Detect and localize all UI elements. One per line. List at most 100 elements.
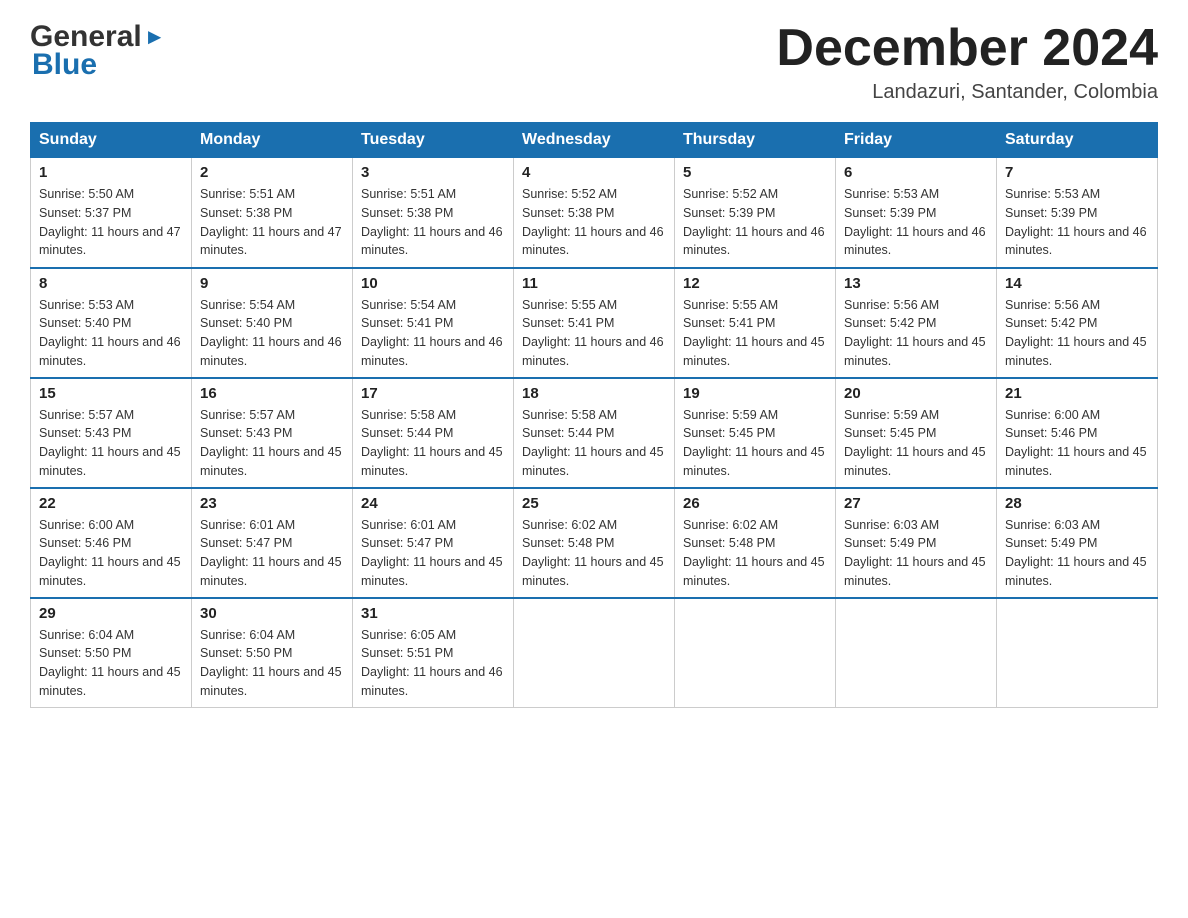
table-row: 30 Sunrise: 6:04 AM Sunset: 5:50 PM Dayl… bbox=[192, 598, 353, 708]
table-row: 15 Sunrise: 5:57 AM Sunset: 5:43 PM Dayl… bbox=[31, 378, 192, 488]
day-number: 22 bbox=[39, 495, 183, 512]
header-friday: Friday bbox=[836, 123, 997, 158]
header-tuesday: Tuesday bbox=[353, 123, 514, 158]
day-info: Sunrise: 5:52 AM Sunset: 5:39 PM Dayligh… bbox=[683, 185, 827, 260]
day-number: 30 bbox=[200, 605, 344, 622]
table-row: 14 Sunrise: 5:56 AM Sunset: 5:42 PM Dayl… bbox=[997, 268, 1158, 378]
table-row: 2 Sunrise: 5:51 AM Sunset: 5:38 PM Dayli… bbox=[192, 158, 353, 268]
day-info: Sunrise: 5:59 AM Sunset: 5:45 PM Dayligh… bbox=[683, 406, 827, 481]
table-row: 29 Sunrise: 6:04 AM Sunset: 5:50 PM Dayl… bbox=[31, 598, 192, 708]
day-number: 3 bbox=[361, 164, 505, 181]
table-row bbox=[997, 598, 1158, 708]
day-number: 18 bbox=[522, 385, 666, 402]
table-row: 28 Sunrise: 6:03 AM Sunset: 5:49 PM Dayl… bbox=[997, 488, 1158, 598]
table-row: 8 Sunrise: 5:53 AM Sunset: 5:40 PM Dayli… bbox=[31, 268, 192, 378]
day-info: Sunrise: 5:53 AM Sunset: 5:39 PM Dayligh… bbox=[844, 185, 988, 260]
table-row: 3 Sunrise: 5:51 AM Sunset: 5:38 PM Dayli… bbox=[353, 158, 514, 268]
table-row: 22 Sunrise: 6:00 AM Sunset: 5:46 PM Dayl… bbox=[31, 488, 192, 598]
day-info: Sunrise: 5:55 AM Sunset: 5:41 PM Dayligh… bbox=[522, 296, 666, 371]
table-row: 10 Sunrise: 5:54 AM Sunset: 5:41 PM Dayl… bbox=[353, 268, 514, 378]
calendar-header-row: Sunday Monday Tuesday Wednesday Thursday… bbox=[31, 123, 1158, 158]
calendar-table: Sunday Monday Tuesday Wednesday Thursday… bbox=[30, 122, 1158, 708]
day-number: 11 bbox=[522, 275, 666, 292]
day-number: 14 bbox=[1005, 275, 1149, 292]
day-number: 27 bbox=[844, 495, 988, 512]
day-number: 20 bbox=[844, 385, 988, 402]
day-info: Sunrise: 5:53 AM Sunset: 5:39 PM Dayligh… bbox=[1005, 185, 1149, 260]
table-row: 18 Sunrise: 5:58 AM Sunset: 5:44 PM Dayl… bbox=[514, 378, 675, 488]
day-info: Sunrise: 6:04 AM Sunset: 5:50 PM Dayligh… bbox=[39, 626, 183, 701]
day-info: Sunrise: 6:04 AM Sunset: 5:50 PM Dayligh… bbox=[200, 626, 344, 701]
calendar-week-row: 29 Sunrise: 6:04 AM Sunset: 5:50 PM Dayl… bbox=[31, 598, 1158, 708]
table-row: 4 Sunrise: 5:52 AM Sunset: 5:38 PM Dayli… bbox=[514, 158, 675, 268]
table-row: 12 Sunrise: 5:55 AM Sunset: 5:41 PM Dayl… bbox=[675, 268, 836, 378]
day-number: 4 bbox=[522, 164, 666, 181]
day-number: 21 bbox=[1005, 385, 1149, 402]
day-info: Sunrise: 6:05 AM Sunset: 5:51 PM Dayligh… bbox=[361, 626, 505, 701]
header-sunday: Sunday bbox=[31, 123, 192, 158]
day-info: Sunrise: 5:54 AM Sunset: 5:40 PM Dayligh… bbox=[200, 296, 344, 371]
day-number: 19 bbox=[683, 385, 827, 402]
logo-blue-text: Blue bbox=[30, 48, 166, 82]
day-number: 23 bbox=[200, 495, 344, 512]
calendar-week-row: 1 Sunrise: 5:50 AM Sunset: 5:37 PM Dayli… bbox=[31, 158, 1158, 268]
day-info: Sunrise: 6:02 AM Sunset: 5:48 PM Dayligh… bbox=[522, 516, 666, 591]
logo: General ► Blue bbox=[30, 20, 166, 82]
table-row: 17 Sunrise: 5:58 AM Sunset: 5:44 PM Dayl… bbox=[353, 378, 514, 488]
table-row: 7 Sunrise: 5:53 AM Sunset: 5:39 PM Dayli… bbox=[997, 158, 1158, 268]
calendar-week-row: 15 Sunrise: 5:57 AM Sunset: 5:43 PM Dayl… bbox=[31, 378, 1158, 488]
day-info: Sunrise: 5:55 AM Sunset: 5:41 PM Dayligh… bbox=[683, 296, 827, 371]
table-row: 19 Sunrise: 5:59 AM Sunset: 5:45 PM Dayl… bbox=[675, 378, 836, 488]
table-row: 16 Sunrise: 5:57 AM Sunset: 5:43 PM Dayl… bbox=[192, 378, 353, 488]
day-number: 1 bbox=[39, 164, 183, 181]
month-title: December 2024 bbox=[776, 20, 1158, 77]
table-row: 13 Sunrise: 5:56 AM Sunset: 5:42 PM Dayl… bbox=[836, 268, 997, 378]
day-number: 26 bbox=[683, 495, 827, 512]
calendar-week-row: 8 Sunrise: 5:53 AM Sunset: 5:40 PM Dayli… bbox=[31, 268, 1158, 378]
day-info: Sunrise: 5:57 AM Sunset: 5:43 PM Dayligh… bbox=[39, 406, 183, 481]
day-info: Sunrise: 5:56 AM Sunset: 5:42 PM Dayligh… bbox=[1005, 296, 1149, 371]
day-info: Sunrise: 5:58 AM Sunset: 5:44 PM Dayligh… bbox=[522, 406, 666, 481]
day-info: Sunrise: 5:53 AM Sunset: 5:40 PM Dayligh… bbox=[39, 296, 183, 371]
day-number: 5 bbox=[683, 164, 827, 181]
day-info: Sunrise: 6:03 AM Sunset: 5:49 PM Dayligh… bbox=[844, 516, 988, 591]
day-number: 13 bbox=[844, 275, 988, 292]
day-info: Sunrise: 6:00 AM Sunset: 5:46 PM Dayligh… bbox=[1005, 406, 1149, 481]
table-row: 24 Sunrise: 6:01 AM Sunset: 5:47 PM Dayl… bbox=[353, 488, 514, 598]
day-info: Sunrise: 5:57 AM Sunset: 5:43 PM Dayligh… bbox=[200, 406, 344, 481]
header-thursday: Thursday bbox=[675, 123, 836, 158]
day-number: 12 bbox=[683, 275, 827, 292]
table-row: 11 Sunrise: 5:55 AM Sunset: 5:41 PM Dayl… bbox=[514, 268, 675, 378]
day-number: 8 bbox=[39, 275, 183, 292]
day-info: Sunrise: 5:52 AM Sunset: 5:38 PM Dayligh… bbox=[522, 185, 666, 260]
day-number: 2 bbox=[200, 164, 344, 181]
day-info: Sunrise: 5:59 AM Sunset: 5:45 PM Dayligh… bbox=[844, 406, 988, 481]
day-info: Sunrise: 5:50 AM Sunset: 5:37 PM Dayligh… bbox=[39, 185, 183, 260]
day-info: Sunrise: 5:58 AM Sunset: 5:44 PM Dayligh… bbox=[361, 406, 505, 481]
day-number: 17 bbox=[361, 385, 505, 402]
day-number: 29 bbox=[39, 605, 183, 622]
table-row: 1 Sunrise: 5:50 AM Sunset: 5:37 PM Dayli… bbox=[31, 158, 192, 268]
table-row: 5 Sunrise: 5:52 AM Sunset: 5:39 PM Dayli… bbox=[675, 158, 836, 268]
header-saturday: Saturday bbox=[997, 123, 1158, 158]
title-block: December 2024 Landazuri, Santander, Colo… bbox=[776, 20, 1158, 104]
day-info: Sunrise: 6:03 AM Sunset: 5:49 PM Dayligh… bbox=[1005, 516, 1149, 591]
header-wednesday: Wednesday bbox=[514, 123, 675, 158]
header-monday: Monday bbox=[192, 123, 353, 158]
logo-arrow-icon: ► bbox=[144, 24, 166, 50]
table-row bbox=[514, 598, 675, 708]
day-number: 31 bbox=[361, 605, 505, 622]
table-row: 20 Sunrise: 5:59 AM Sunset: 5:45 PM Dayl… bbox=[836, 378, 997, 488]
table-row: 27 Sunrise: 6:03 AM Sunset: 5:49 PM Dayl… bbox=[836, 488, 997, 598]
day-number: 28 bbox=[1005, 495, 1149, 512]
table-row bbox=[836, 598, 997, 708]
day-number: 25 bbox=[522, 495, 666, 512]
calendar-week-row: 22 Sunrise: 6:00 AM Sunset: 5:46 PM Dayl… bbox=[31, 488, 1158, 598]
day-info: Sunrise: 6:02 AM Sunset: 5:48 PM Dayligh… bbox=[683, 516, 827, 591]
day-number: 7 bbox=[1005, 164, 1149, 181]
day-info: Sunrise: 5:56 AM Sunset: 5:42 PM Dayligh… bbox=[844, 296, 988, 371]
day-number: 16 bbox=[200, 385, 344, 402]
day-number: 15 bbox=[39, 385, 183, 402]
location-text: Landazuri, Santander, Colombia bbox=[776, 81, 1158, 104]
day-info: Sunrise: 5:51 AM Sunset: 5:38 PM Dayligh… bbox=[200, 185, 344, 260]
